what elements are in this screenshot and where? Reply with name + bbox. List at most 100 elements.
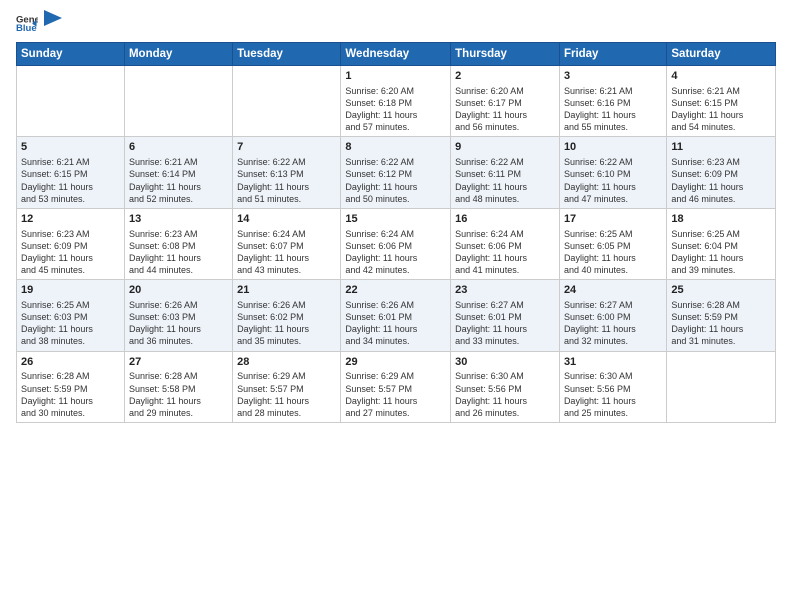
day-number: 5 xyxy=(21,140,120,155)
day-info: Sunrise: 6:30 AM Sunset: 5:56 PM Dayligh… xyxy=(564,370,662,419)
calendar-cell: 1Sunrise: 6:20 AM Sunset: 6:18 PM Daylig… xyxy=(341,66,451,137)
calendar-week-row: 19Sunrise: 6:25 AM Sunset: 6:03 PM Dayli… xyxy=(17,280,776,351)
day-number: 12 xyxy=(21,212,120,227)
calendar-cell xyxy=(17,66,125,137)
day-number: 17 xyxy=(564,212,662,227)
day-info: Sunrise: 6:22 AM Sunset: 6:11 PM Dayligh… xyxy=(455,156,555,205)
day-info: Sunrise: 6:27 AM Sunset: 6:01 PM Dayligh… xyxy=(455,299,555,348)
calendar-week-row: 1Sunrise: 6:20 AM Sunset: 6:18 PM Daylig… xyxy=(17,66,776,137)
weekday-header-tuesday: Tuesday xyxy=(233,43,341,66)
calendar-table: SundayMondayTuesdayWednesdayThursdayFrid… xyxy=(16,42,776,423)
calendar-cell: 29Sunrise: 6:29 AM Sunset: 5:57 PM Dayli… xyxy=(341,351,451,422)
calendar-week-row: 12Sunrise: 6:23 AM Sunset: 6:09 PM Dayli… xyxy=(17,208,776,279)
day-info: Sunrise: 6:27 AM Sunset: 6:00 PM Dayligh… xyxy=(564,299,662,348)
logo-triangle-icon xyxy=(44,10,62,32)
calendar-cell: 10Sunrise: 6:22 AM Sunset: 6:10 PM Dayli… xyxy=(559,137,666,208)
calendar-cell xyxy=(667,351,776,422)
day-info: Sunrise: 6:24 AM Sunset: 6:06 PM Dayligh… xyxy=(345,228,446,277)
calendar-cell: 21Sunrise: 6:26 AM Sunset: 6:02 PM Dayli… xyxy=(233,280,341,351)
day-info: Sunrise: 6:21 AM Sunset: 6:14 PM Dayligh… xyxy=(129,156,228,205)
day-info: Sunrise: 6:22 AM Sunset: 6:12 PM Dayligh… xyxy=(345,156,446,205)
day-info: Sunrise: 6:20 AM Sunset: 6:18 PM Dayligh… xyxy=(345,85,446,134)
calendar-cell: 28Sunrise: 6:29 AM Sunset: 5:57 PM Dayli… xyxy=(233,351,341,422)
calendar-cell: 2Sunrise: 6:20 AM Sunset: 6:17 PM Daylig… xyxy=(451,66,560,137)
calendar-cell: 26Sunrise: 6:28 AM Sunset: 5:59 PM Dayli… xyxy=(17,351,125,422)
day-number: 15 xyxy=(345,212,446,227)
day-info: Sunrise: 6:22 AM Sunset: 6:10 PM Dayligh… xyxy=(564,156,662,205)
page: General Blue SundayMondayTuesdayWednesda… xyxy=(0,0,792,612)
day-info: Sunrise: 6:23 AM Sunset: 6:09 PM Dayligh… xyxy=(21,228,120,277)
calendar-cell: 31Sunrise: 6:30 AM Sunset: 5:56 PM Dayli… xyxy=(559,351,666,422)
day-info: Sunrise: 6:23 AM Sunset: 6:08 PM Dayligh… xyxy=(129,228,228,277)
calendar-cell: 27Sunrise: 6:28 AM Sunset: 5:58 PM Dayli… xyxy=(124,351,232,422)
day-info: Sunrise: 6:20 AM Sunset: 6:17 PM Dayligh… xyxy=(455,85,555,134)
calendar-cell: 15Sunrise: 6:24 AM Sunset: 6:06 PM Dayli… xyxy=(341,208,451,279)
day-number: 9 xyxy=(455,140,555,155)
day-info: Sunrise: 6:25 AM Sunset: 6:04 PM Dayligh… xyxy=(671,228,771,277)
day-number: 30 xyxy=(455,355,555,370)
calendar-cell: 13Sunrise: 6:23 AM Sunset: 6:08 PM Dayli… xyxy=(124,208,232,279)
calendar-cell: 12Sunrise: 6:23 AM Sunset: 6:09 PM Dayli… xyxy=(17,208,125,279)
day-number: 13 xyxy=(129,212,228,227)
day-number: 10 xyxy=(564,140,662,155)
day-info: Sunrise: 6:26 AM Sunset: 6:02 PM Dayligh… xyxy=(237,299,336,348)
calendar-cell: 18Sunrise: 6:25 AM Sunset: 6:04 PM Dayli… xyxy=(667,208,776,279)
day-number: 22 xyxy=(345,283,446,298)
weekday-header-saturday: Saturday xyxy=(667,43,776,66)
calendar-cell: 8Sunrise: 6:22 AM Sunset: 6:12 PM Daylig… xyxy=(341,137,451,208)
day-number: 6 xyxy=(129,140,228,155)
calendar-week-row: 26Sunrise: 6:28 AM Sunset: 5:59 PM Dayli… xyxy=(17,351,776,422)
header: General Blue xyxy=(16,12,776,34)
logo-icon: General Blue xyxy=(16,12,38,34)
day-number: 31 xyxy=(564,355,662,370)
day-info: Sunrise: 6:26 AM Sunset: 6:03 PM Dayligh… xyxy=(129,299,228,348)
day-info: Sunrise: 6:23 AM Sunset: 6:09 PM Dayligh… xyxy=(671,156,771,205)
weekday-header-thursday: Thursday xyxy=(451,43,560,66)
day-number: 29 xyxy=(345,355,446,370)
calendar-cell: 11Sunrise: 6:23 AM Sunset: 6:09 PM Dayli… xyxy=(667,137,776,208)
day-info: Sunrise: 6:25 AM Sunset: 6:05 PM Dayligh… xyxy=(564,228,662,277)
weekday-header-monday: Monday xyxy=(124,43,232,66)
day-number: 8 xyxy=(345,140,446,155)
day-number: 7 xyxy=(237,140,336,155)
calendar-cell: 16Sunrise: 6:24 AM Sunset: 6:06 PM Dayli… xyxy=(451,208,560,279)
calendar-cell: 17Sunrise: 6:25 AM Sunset: 6:05 PM Dayli… xyxy=(559,208,666,279)
day-info: Sunrise: 6:30 AM Sunset: 5:56 PM Dayligh… xyxy=(455,370,555,419)
day-number: 2 xyxy=(455,69,555,84)
calendar-cell: 25Sunrise: 6:28 AM Sunset: 5:59 PM Dayli… xyxy=(667,280,776,351)
day-info: Sunrise: 6:28 AM Sunset: 5:59 PM Dayligh… xyxy=(671,299,771,348)
calendar-cell: 5Sunrise: 6:21 AM Sunset: 6:15 PM Daylig… xyxy=(17,137,125,208)
calendar-cell: 22Sunrise: 6:26 AM Sunset: 6:01 PM Dayli… xyxy=(341,280,451,351)
calendar-cell xyxy=(233,66,341,137)
day-info: Sunrise: 6:25 AM Sunset: 6:03 PM Dayligh… xyxy=(21,299,120,348)
day-info: Sunrise: 6:29 AM Sunset: 5:57 PM Dayligh… xyxy=(237,370,336,419)
calendar-cell: 6Sunrise: 6:21 AM Sunset: 6:14 PM Daylig… xyxy=(124,137,232,208)
calendar-cell: 7Sunrise: 6:22 AM Sunset: 6:13 PM Daylig… xyxy=(233,137,341,208)
calendar-cell: 24Sunrise: 6:27 AM Sunset: 6:00 PM Dayli… xyxy=(559,280,666,351)
day-info: Sunrise: 6:26 AM Sunset: 6:01 PM Dayligh… xyxy=(345,299,446,348)
weekday-header-sunday: Sunday xyxy=(17,43,125,66)
weekday-header-row: SundayMondayTuesdayWednesdayThursdayFrid… xyxy=(17,43,776,66)
calendar-cell xyxy=(124,66,232,137)
calendar-cell: 14Sunrise: 6:24 AM Sunset: 6:07 PM Dayli… xyxy=(233,208,341,279)
day-info: Sunrise: 6:28 AM Sunset: 5:58 PM Dayligh… xyxy=(129,370,228,419)
calendar-cell: 9Sunrise: 6:22 AM Sunset: 6:11 PM Daylig… xyxy=(451,137,560,208)
day-number: 26 xyxy=(21,355,120,370)
weekday-header-friday: Friday xyxy=(559,43,666,66)
calendar-cell: 4Sunrise: 6:21 AM Sunset: 6:15 PM Daylig… xyxy=(667,66,776,137)
day-info: Sunrise: 6:24 AM Sunset: 6:06 PM Dayligh… xyxy=(455,228,555,277)
day-info: Sunrise: 6:22 AM Sunset: 6:13 PM Dayligh… xyxy=(237,156,336,205)
day-number: 24 xyxy=(564,283,662,298)
day-number: 1 xyxy=(345,69,446,84)
weekday-header-wednesday: Wednesday xyxy=(341,43,451,66)
day-info: Sunrise: 6:21 AM Sunset: 6:15 PM Dayligh… xyxy=(21,156,120,205)
calendar-cell: 3Sunrise: 6:21 AM Sunset: 6:16 PM Daylig… xyxy=(559,66,666,137)
day-number: 3 xyxy=(564,69,662,84)
day-number: 11 xyxy=(671,140,771,155)
day-number: 4 xyxy=(671,69,771,84)
calendar-cell: 23Sunrise: 6:27 AM Sunset: 6:01 PM Dayli… xyxy=(451,280,560,351)
day-number: 14 xyxy=(237,212,336,227)
calendar-week-row: 5Sunrise: 6:21 AM Sunset: 6:15 PM Daylig… xyxy=(17,137,776,208)
day-info: Sunrise: 6:28 AM Sunset: 5:59 PM Dayligh… xyxy=(21,370,120,419)
day-info: Sunrise: 6:21 AM Sunset: 6:15 PM Dayligh… xyxy=(671,85,771,134)
